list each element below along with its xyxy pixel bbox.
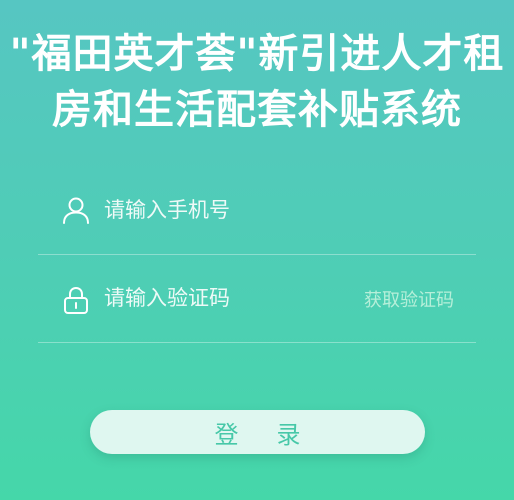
user-icon [62, 196, 90, 226]
page-title-line-1: "福田英才荟"新引进人才租 [9, 31, 505, 77]
login-button[interactable]: 登录 [90, 410, 425, 454]
page-title: "福田英才荟"新引进人才租 房和生活配套补贴系统 [0, 26, 514, 138]
verification-code-input[interactable] [104, 282, 334, 314]
lock-icon [62, 285, 90, 315]
code-field-row: 获取验证码 [38, 254, 476, 343]
phone-input[interactable] [104, 194, 334, 226]
phone-field-row [38, 166, 476, 255]
get-code-button[interactable]: 获取验证码 [364, 286, 454, 312]
page-title-line-2: 房和生活配套补贴系统 [52, 87, 462, 133]
